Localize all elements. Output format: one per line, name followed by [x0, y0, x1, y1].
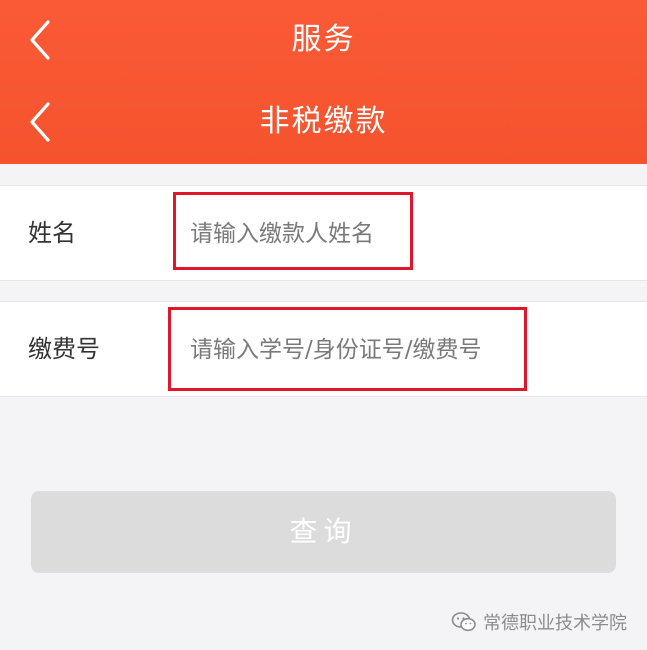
app-header: 服务 非税缴款 [0, 0, 647, 164]
watermark: 常德职业技术学院 [451, 608, 627, 636]
query-button[interactable]: 查询 [31, 491, 616, 573]
watermark-text: 常德职业技术学院 [483, 613, 627, 634]
outer-page-title: 服务 [291, 22, 356, 57]
wechat-icon [451, 612, 476, 632]
name-label: 姓名 [28, 219, 76, 247]
name-field-row: 姓名 [0, 185, 647, 281]
payment-number-field-row: 缴费号 [0, 301, 647, 397]
outer-nav-bar: 服务 [0, 0, 647, 80]
inner-nav-bar: 非税缴款 [0, 82, 647, 162]
payment-number-label: 缴费号 [28, 335, 100, 363]
page-title: 非税缴款 [259, 104, 388, 139]
payment-number-input[interactable] [190, 333, 520, 367]
name-input[interactable] [190, 217, 405, 251]
